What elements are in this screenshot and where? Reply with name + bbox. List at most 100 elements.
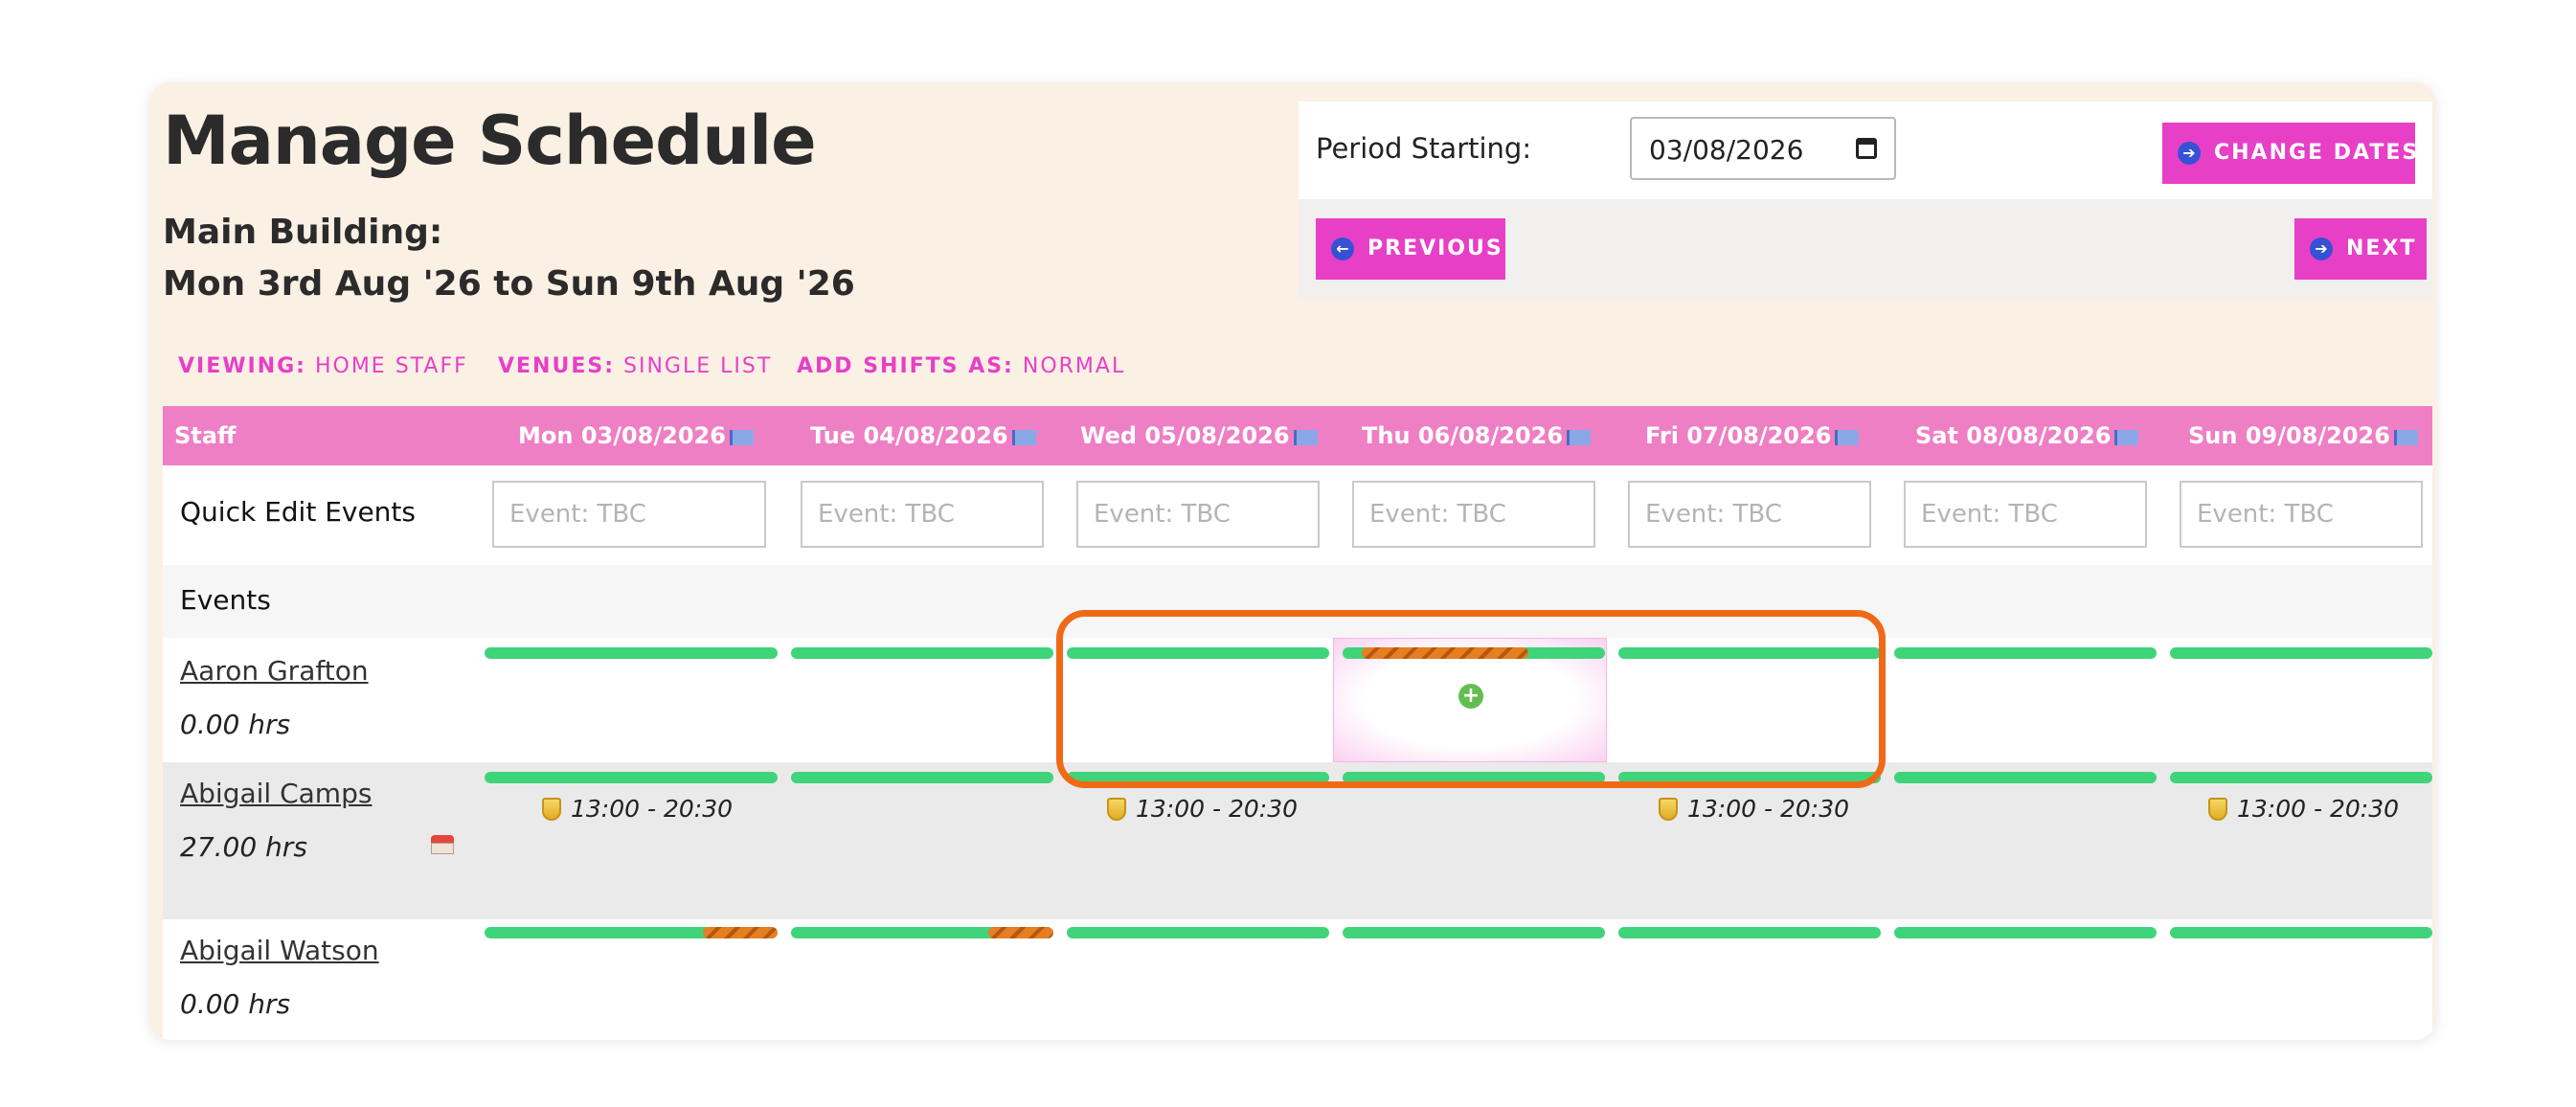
availability-bar[interactable] (791, 647, 1053, 659)
staff-row: Aaron Grafton 0.00 hrs + (163, 638, 2432, 762)
flag-icon[interactable] (2114, 430, 2139, 445)
event-input-tue[interactable]: Event: TBC (801, 481, 1044, 548)
availability-bar[interactable] (485, 927, 778, 938)
venues-value: SINGLE LIST (623, 354, 773, 378)
quick-edit-row: Quick Edit Events Event: TBC Event: TBC … (163, 465, 2432, 567)
availability-bar[interactable] (1894, 927, 2157, 938)
unavailable-segment (703, 927, 778, 938)
period-date-input[interactable]: 03/08/2026 (1630, 117, 1896, 180)
event-input-sat[interactable]: Event: TBC (1904, 481, 2147, 548)
availability-bar[interactable] (1067, 772, 1329, 783)
shift-time: 13:00 - 20:30 (1687, 795, 1850, 823)
day-header-thu[interactable]: Thu 06/08/2026 (1362, 406, 1592, 465)
availability-bar[interactable] (1618, 647, 1881, 659)
availability-bar[interactable] (1067, 927, 1329, 938)
building-name: Main Building: (163, 213, 443, 252)
unavailable-segment (988, 927, 1053, 938)
event-input-sun[interactable]: Event: TBC (2180, 481, 2423, 548)
flag-icon[interactable] (729, 430, 754, 445)
shift-block-sun[interactable]: 13:00 - 20:30 (2208, 795, 2399, 823)
date-range: Mon 3rd Aug '26 to Sun 9th Aug '26 (163, 264, 855, 304)
flag-icon[interactable] (1293, 430, 1318, 445)
availability-bar[interactable] (1343, 927, 1605, 938)
day-header-label: Mon 03/08/2026 (518, 422, 726, 449)
flag-icon[interactable] (2393, 430, 2418, 445)
birthday-cake-icon (429, 831, 456, 856)
day-header-label: Sun 09/08/2026 (2188, 422, 2390, 449)
staff-row: Abigail Camps 27.00 hrs 13:00 - 20:30 13… (163, 762, 2432, 919)
arrow-right-circle-icon: ➔ (2310, 237, 2333, 260)
add-shift-icon[interactable]: + (1458, 684, 1483, 709)
unavailable-segment (1362, 647, 1528, 659)
viewing-filter[interactable]: VIEWING: HOME STAFF (178, 354, 468, 378)
availability-bar[interactable] (2170, 772, 2432, 783)
flag-icon[interactable] (1567, 430, 1592, 445)
availability-bar[interactable] (791, 772, 1053, 783)
day-header-sun[interactable]: Sun 09/08/2026 (2188, 406, 2418, 465)
availability-bar[interactable] (1894, 772, 2157, 783)
day-header-label: Fri 07/08/2026 (1645, 422, 1832, 449)
staff-name-link[interactable]: Abigail Camps (180, 778, 372, 809)
day-header-label: Tue 04/08/2026 (810, 422, 1008, 449)
day-header-label: Sat 08/08/2026 (1915, 422, 2112, 449)
staff-hours: 0.00 hrs (180, 988, 291, 1020)
day-header-tue[interactable]: Tue 04/08/2026 (810, 406, 1036, 465)
shift-block-wed[interactable]: 13:00 - 20:30 (1107, 795, 1298, 823)
staff-hours: 27.00 hrs (180, 831, 307, 863)
staff-column-header: Staff (174, 422, 237, 449)
availability-bar[interactable] (1618, 927, 1881, 938)
add-shifts-value: NORMAL (1022, 354, 1126, 378)
next-label: NEXT (2346, 237, 2417, 260)
event-input-wed[interactable]: Event: TBC (1076, 481, 1320, 548)
availability-bar[interactable] (1343, 772, 1605, 783)
change-dates-button[interactable]: ➔ CHANGE DATES (2162, 123, 2417, 184)
shield-icon (1659, 798, 1678, 821)
add-shifts-filter[interactable]: ADD SHIFTS AS: NORMAL (797, 354, 1125, 378)
viewing-key: VIEWING: (178, 354, 306, 378)
table-header: Staff Mon 03/08/2026 Tue 04/08/2026 Wed … (163, 406, 2432, 465)
venues-key: VENUES: (498, 354, 616, 378)
availability-bar[interactable] (485, 647, 778, 659)
day-header-label: Wed 05/08/2026 (1080, 422, 1290, 449)
change-dates-label: CHANGE DATES (2214, 141, 2420, 165)
event-input-mon[interactable]: Event: TBC (492, 481, 766, 548)
period-date-value: 03/08/2026 (1649, 134, 1804, 166)
venues-filter[interactable]: VENUES: SINGLE LIST (498, 354, 772, 378)
availability-bar[interactable] (791, 927, 1053, 938)
next-button[interactable]: ➔ NEXT (2294, 218, 2427, 280)
day-header-mon[interactable]: Mon 03/08/2026 (518, 406, 754, 465)
day-header-label: Thu 06/08/2026 (1362, 422, 1564, 449)
shield-icon (1107, 798, 1126, 821)
event-input-thu[interactable]: Event: TBC (1352, 481, 1595, 548)
day-header-fri[interactable]: Fri 07/08/2026 (1645, 406, 1860, 465)
staff-name-link[interactable]: Aaron Grafton (180, 655, 369, 687)
period-starting-label: Period Starting: (1316, 132, 1532, 165)
availability-bar[interactable] (1067, 647, 1329, 659)
availability-bar[interactable] (2170, 647, 2432, 659)
day-header-wed[interactable]: Wed 05/08/2026 (1080, 406, 1318, 465)
availability-bar[interactable] (2170, 927, 2432, 938)
calendar-icon[interactable] (1856, 138, 1877, 159)
event-input-fri[interactable]: Event: TBC (1628, 481, 1871, 548)
flag-icon[interactable] (1011, 430, 1036, 445)
arrow-left-circle-icon: ← (1331, 237, 1354, 260)
availability-bar[interactable] (1894, 647, 2157, 659)
arrow-right-circle-icon: ➔ (2178, 142, 2201, 165)
shield-icon (2208, 798, 2227, 821)
flag-icon[interactable] (1835, 430, 1860, 445)
previous-button[interactable]: ← PREVIOUS (1316, 218, 1505, 280)
schedule-card: Manage Schedule Main Building: Mon 3rd A… (149, 82, 2436, 1040)
day-header-sat[interactable]: Sat 08/08/2026 (1915, 406, 2139, 465)
availability-bar[interactable] (485, 772, 778, 783)
quick-edit-label: Quick Edit Events (180, 496, 416, 528)
shift-time: 13:00 - 20:30 (571, 795, 734, 823)
staff-row: Abigail Watson 0.00 hrs (163, 919, 2432, 1040)
previous-label: PREVIOUS (1367, 237, 1503, 260)
staff-hours: 0.00 hrs (180, 709, 291, 740)
shift-block-mon[interactable]: 13:00 - 20:30 (542, 795, 733, 823)
availability-bar[interactable] (1618, 772, 1881, 783)
shift-block-fri[interactable]: 13:00 - 20:30 (1659, 795, 1849, 823)
availability-bar[interactable] (1343, 647, 1605, 659)
add-shifts-key: ADD SHIFTS AS: (797, 354, 1014, 378)
staff-name-link[interactable]: Abigail Watson (180, 935, 379, 966)
